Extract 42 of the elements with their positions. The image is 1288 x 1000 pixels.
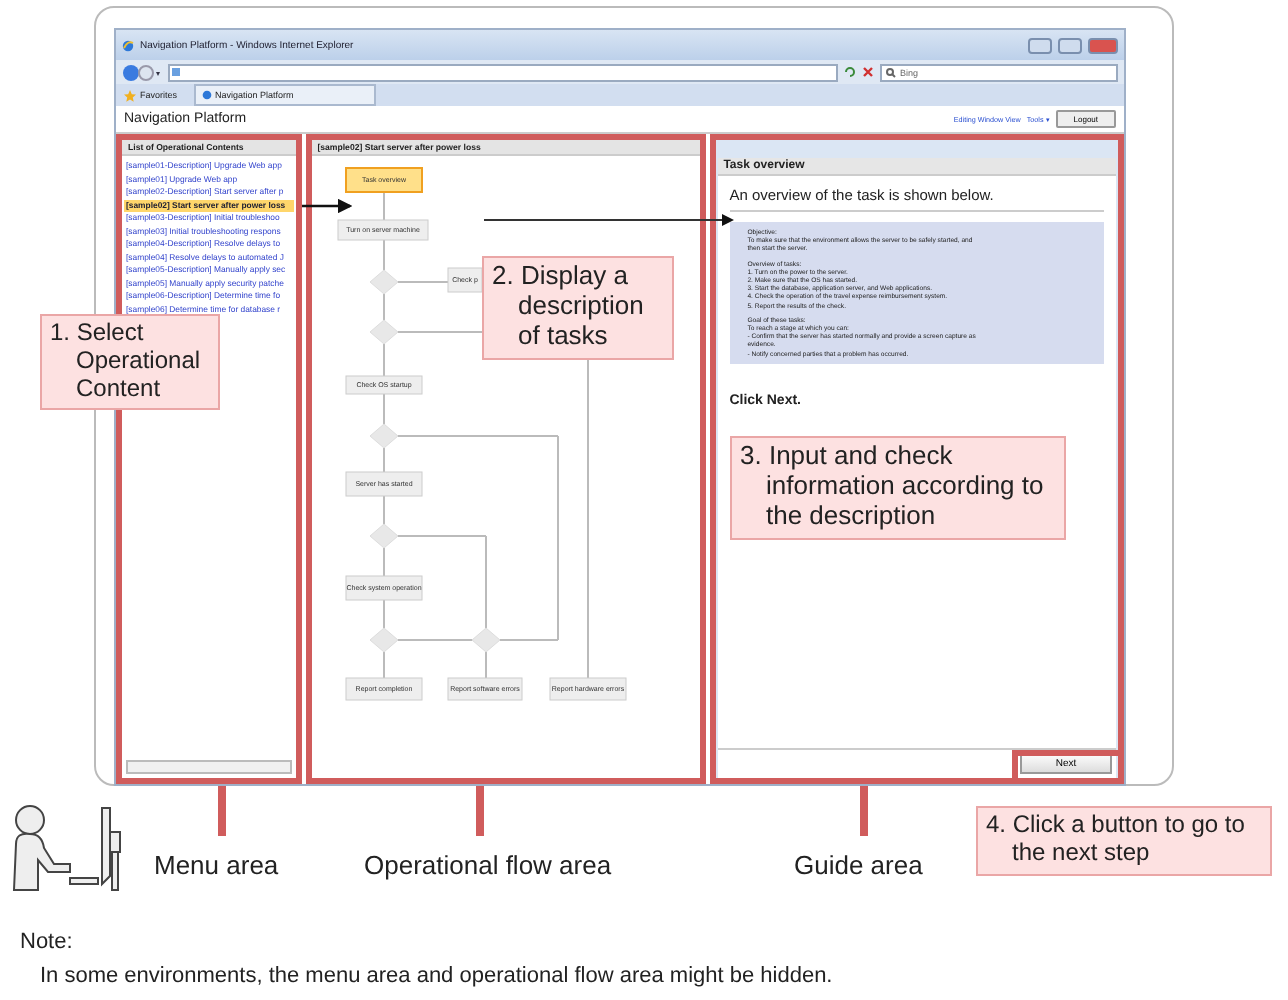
close-icon[interactable]: [862, 66, 874, 78]
connector-line: [382, 343, 385, 377]
decision-node: [368, 319, 398, 345]
connector-line: [484, 651, 487, 679]
connector-line: [382, 293, 385, 321]
decision-node: [368, 627, 398, 653]
close-button[interactable]: [1088, 37, 1118, 53]
note-title: Note:: [20, 930, 73, 954]
connector-line: [382, 239, 385, 271]
star-icon: [124, 89, 136, 101]
browser-icon: [201, 90, 212, 100]
connector-line: [382, 495, 385, 525]
pointer-arrow: [302, 198, 353, 214]
connector-line: [382, 191, 385, 221]
address-field[interactable]: [168, 63, 838, 81]
callout-note: 2. Display a description of tasks: [482, 256, 674, 360]
connector-line: [382, 447, 385, 473]
search-icon: [886, 67, 896, 77]
refresh-icon[interactable]: [844, 66, 856, 78]
decision-node: [470, 627, 500, 653]
connector-line: [396, 281, 449, 283]
browser-icon: [122, 39, 134, 51]
scrollbar[interactable]: [126, 760, 292, 774]
connector-line: [382, 651, 385, 679]
callout-note: 1. Select Operational Content: [40, 314, 220, 411]
connector-line: [382, 547, 385, 577]
decision-node: [368, 423, 398, 449]
back-forward-icon[interactable]: [122, 63, 162, 81]
decision-node: [368, 269, 398, 295]
page-icon: [170, 66, 182, 78]
connector-line: [382, 393, 385, 425]
area-label: Operational flow area: [364, 850, 612, 880]
area-label: Menu area: [154, 850, 279, 880]
connector-line: [396, 639, 473, 641]
connector-line: [382, 599, 385, 629]
decision-node: [368, 523, 398, 549]
minimize-button[interactable]: [1028, 37, 1052, 53]
callout-note: 4. Click a button to go to the next step: [976, 806, 1272, 876]
maximize-button[interactable]: [1058, 37, 1082, 53]
note-text: In some environments, the menu area and operational flow area might be hidden.: [40, 964, 833, 988]
area-label: Guide area: [794, 850, 923, 880]
callout-note: 3. Input and check information according to the description: [730, 436, 1066, 540]
